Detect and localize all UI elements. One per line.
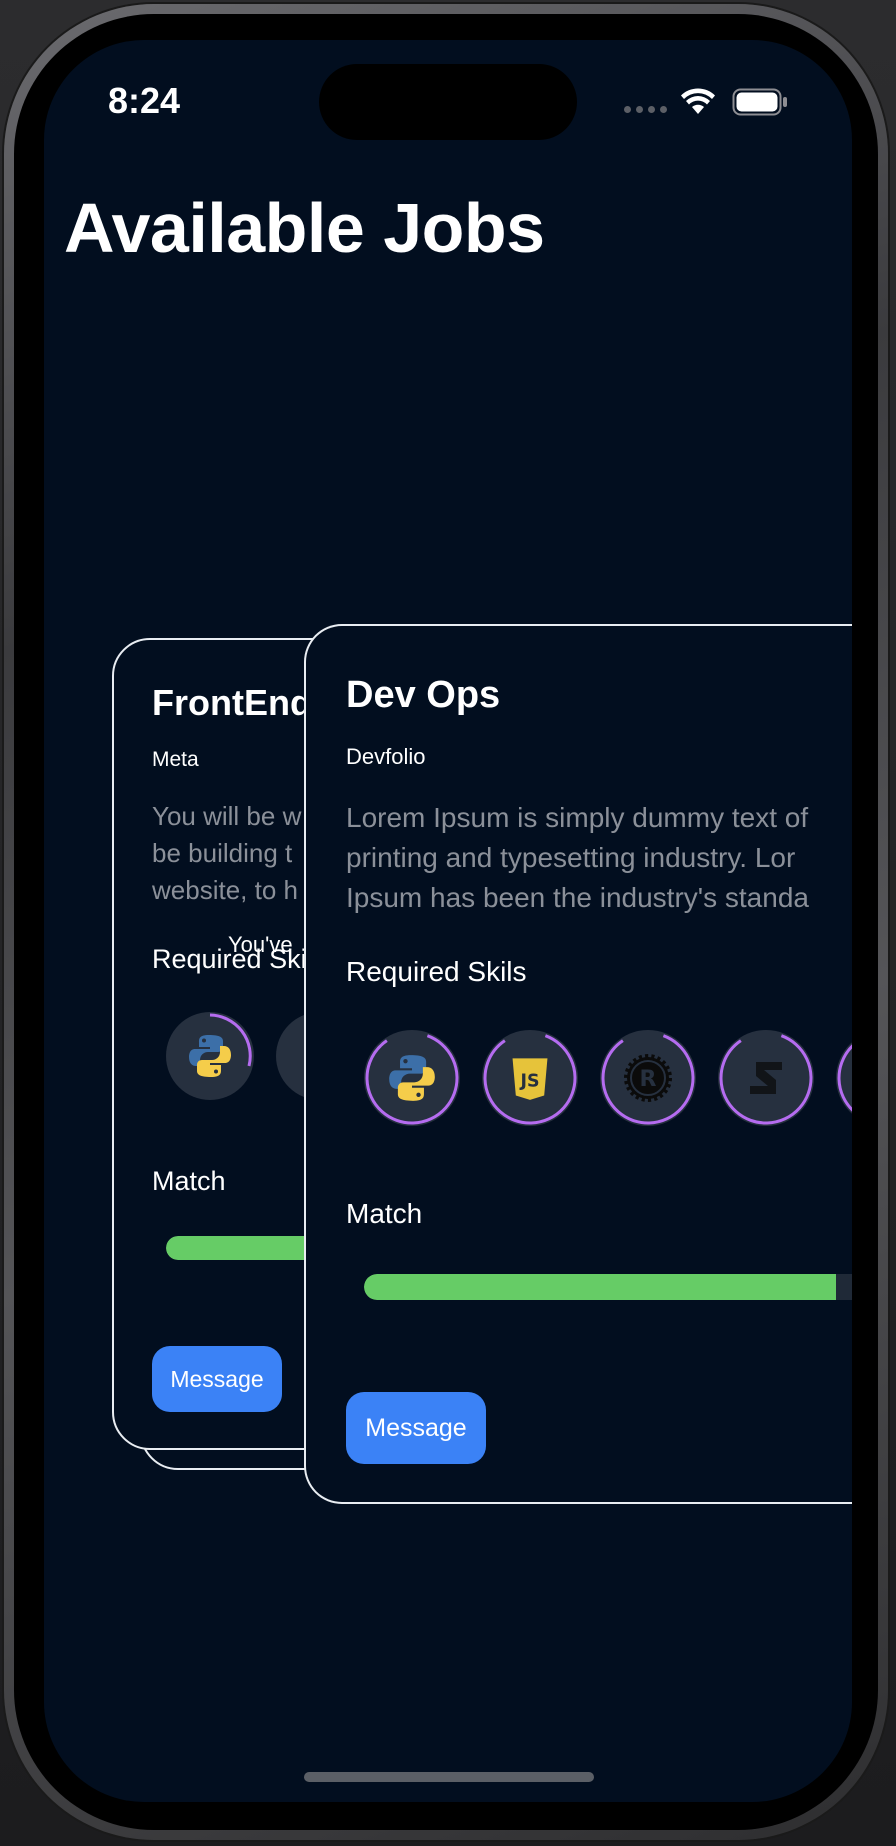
match-progress-bar: [364, 1274, 852, 1300]
rust-icon[interactable]: R: [600, 1030, 696, 1126]
required-skills-label: Required Skils: [346, 956, 527, 987]
message-button[interactable]: Message: [346, 1392, 486, 1464]
wifi-icon: [681, 88, 715, 114]
skill-progress-ring: [483, 1031, 577, 1125]
status-time: 8:24: [108, 80, 181, 121]
job-card-devops[interactable]: Dev Ops Devfolio Lorem Ipsum is simply d…: [304, 624, 852, 1504]
message-button[interactable]: Message: [152, 1346, 282, 1412]
skill-progress-ring: [837, 1031, 852, 1125]
cellular-signal-icon: [624, 106, 667, 113]
match-progress-fill: [364, 1274, 836, 1300]
home-indicator[interactable]: [304, 1772, 594, 1782]
page-title: Available Jobs: [64, 189, 545, 267]
job-description: You will be w be building t website, to …: [152, 801, 302, 905]
overlap-text: You've: [228, 932, 293, 957]
job-description: Lorem Ipsum is simply dummy text of prin…: [346, 802, 809, 913]
dynamic-island: [319, 64, 577, 140]
screen-edge: [852, 40, 896, 1846]
match-label: Match: [346, 1198, 423, 1229]
skill-progress-ring: [719, 1031, 813, 1125]
swift-icon[interactable]: [718, 1030, 814, 1126]
job-title: FrontEnd: [152, 682, 312, 723]
skill-progress-ring: [209, 1013, 252, 1067]
company-name: Devfolio: [346, 744, 426, 769]
job-title: Dev Ops: [346, 674, 501, 716]
battery-icon: [732, 88, 787, 116]
skill-progress-ring: [601, 1031, 695, 1125]
match-label: Match: [152, 1166, 226, 1196]
company-name: Meta: [152, 748, 199, 771]
skill-icon[interactable]: [836, 1030, 852, 1126]
javascript-icon[interactable]: JS: [482, 1030, 578, 1126]
skill-progress-ring: [365, 1031, 459, 1125]
python-icon[interactable]: [166, 1012, 254, 1100]
python-icon[interactable]: [364, 1030, 460, 1126]
